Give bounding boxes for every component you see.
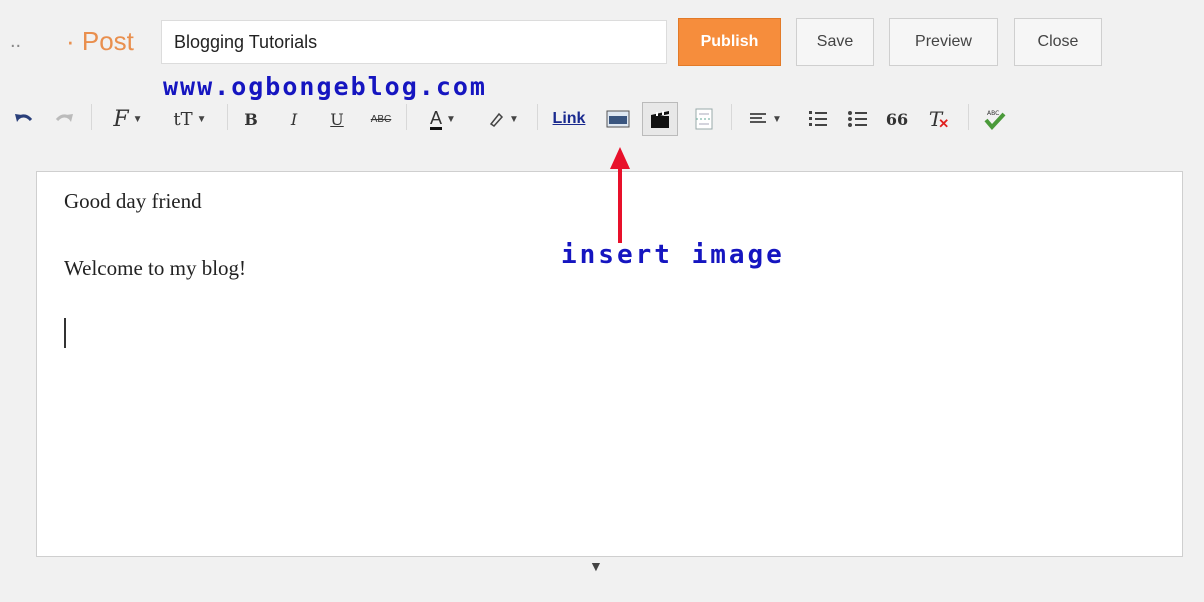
undo-icon[interactable] [12,104,36,134]
toolbar-separator [537,104,538,130]
svg-text:ABC: ABC [987,110,999,117]
spellcheck-icon[interactable]: ABC [980,104,1010,134]
close-button[interactable]: Close [1014,18,1102,66]
insert-video-icon[interactable] [642,102,678,136]
breadcrumb-dots[interactable]: .. [10,30,21,53]
underline-icon[interactable]: U [325,104,349,134]
italic-icon[interactable]: I [282,104,306,134]
font-family-icon[interactable]: F ▼ [103,104,153,134]
clear-format-glyph: T [928,107,943,131]
resize-caret-icon[interactable]: ▼ [589,558,603,574]
bulleted-list-icon[interactable] [844,104,872,134]
redo-icon[interactable] [52,104,76,134]
toolbar-separator [227,104,228,130]
toolbar-separator [968,104,969,130]
top-bar: .. · Post Publish Save Preview Close [0,0,1204,82]
insert-jump-break-icon[interactable] [690,104,718,134]
breadcrumb-post: · Post [66,26,134,56]
annotation-arrow [610,147,630,243]
toolbar-separator [731,104,732,130]
text-color-glyph: A [430,107,443,130]
size-glyph: tT [173,108,193,130]
preview-button[interactable]: Preview [889,18,998,66]
bold-icon[interactable]: B [239,104,263,134]
editor-line: Good day friend [64,189,202,213]
highlight-icon[interactable]: ▼ [478,104,528,134]
text-cursor [64,318,66,348]
toolbar-separator [91,104,92,130]
link-label: Link [552,110,586,127]
font-size-icon[interactable]: tT ▼ [165,104,215,134]
post-title-input[interactable] [161,20,667,64]
editor-toolbar: F ▼ tT ▼ B I U ABC A ▼ ▼ Link ▼ 66 T ✕ ABC [0,96,1204,144]
numbered-list-icon[interactable] [804,104,832,134]
quote-icon[interactable]: 66 [883,104,911,134]
save-button[interactable]: Save [796,18,874,66]
insert-image-annotation: insert image [561,240,785,270]
editor-line: Welcome to my blog! [64,256,247,280]
insert-image-icon[interactable] [603,104,633,134]
publish-button[interactable]: Publish [678,18,781,66]
toolbar-separator [406,104,407,130]
font-glyph: F [113,106,129,132]
remove-formatting-icon[interactable]: T ✕ [925,104,953,134]
link-button[interactable]: Link [546,104,592,134]
text-color-icon[interactable]: A ▼ [418,104,468,134]
align-icon[interactable]: ▼ [743,104,789,134]
strikethrough-icon[interactable]: ABC [364,104,398,134]
